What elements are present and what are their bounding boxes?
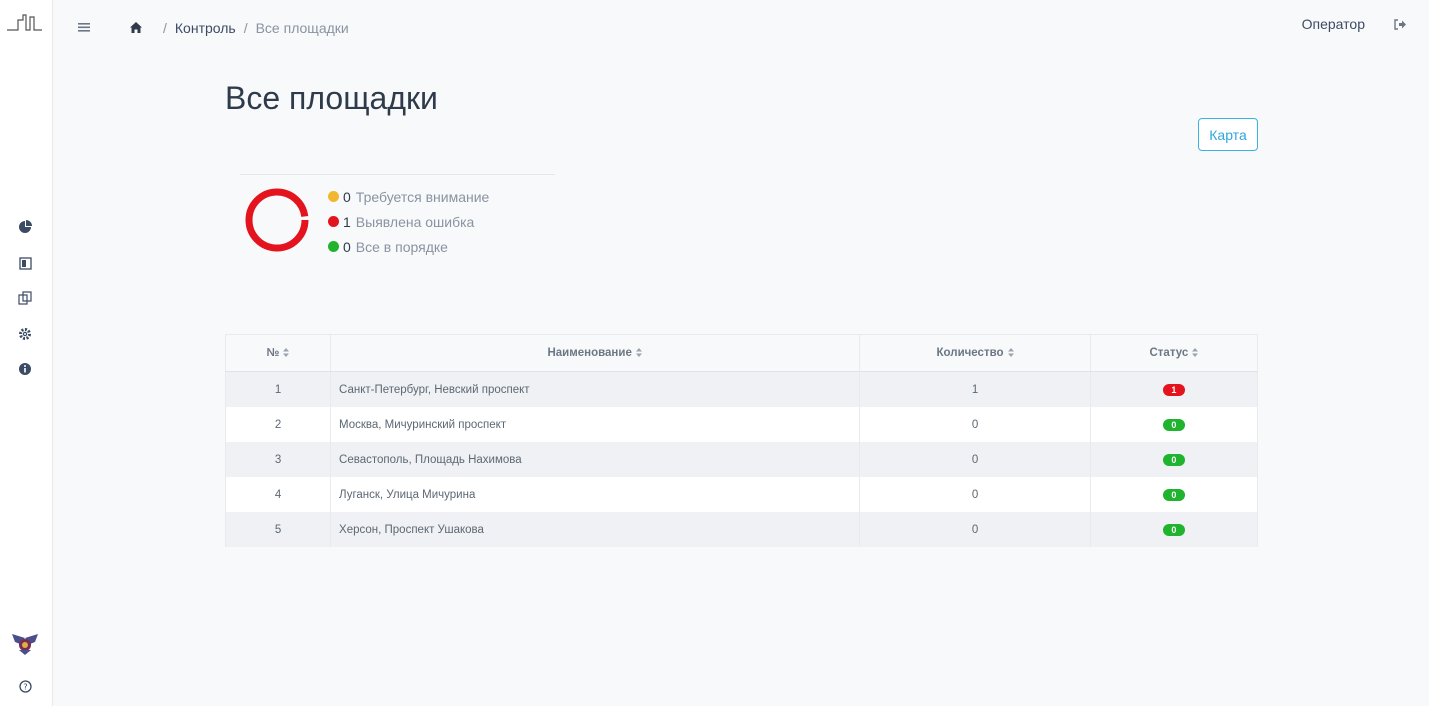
gear-icon[interactable] bbox=[16, 325, 34, 343]
cell-num: 4 bbox=[224, 477, 332, 512]
cell-name: Севастополь, Площадь Нахимова bbox=[330, 442, 861, 477]
status-badge: 0 bbox=[1162, 488, 1185, 501]
cell-qty: 0 bbox=[859, 442, 1091, 477]
legend-count: 0 bbox=[343, 238, 351, 255]
copy-icon[interactable] bbox=[16, 289, 34, 307]
column-header-qty[interactable]: Количество bbox=[859, 334, 1091, 372]
legend-label: Требуется внимание bbox=[355, 188, 490, 205]
breadcrumb: / Контроль / Все площадки bbox=[163, 20, 349, 36]
cell-status: 0 bbox=[1089, 442, 1259, 477]
cell-name: Херсон, Проспект Ушакова bbox=[330, 512, 861, 547]
legend-dot bbox=[328, 216, 339, 227]
sort-icon[interactable] bbox=[1007, 348, 1014, 358]
summary-divider bbox=[240, 174, 555, 175]
breadcrumb-current: Все площадки bbox=[255, 20, 349, 36]
status-donut-chart bbox=[245, 188, 309, 252]
status-badge: 0 bbox=[1162, 453, 1185, 466]
sort-icon[interactable] bbox=[1192, 348, 1199, 358]
status-legend: 0 Требуется внимание 1 Выявлена ошибка 0… bbox=[328, 184, 489, 259]
cell-qty: 0 bbox=[859, 512, 1091, 547]
legend-dot bbox=[328, 191, 339, 202]
breadcrumb-separator: / bbox=[243, 20, 248, 36]
info-icon[interactable] bbox=[16, 360, 34, 378]
logout-icon[interactable] bbox=[1393, 18, 1407, 31]
column-header-label: № bbox=[266, 347, 280, 359]
cell-qty: 0 bbox=[859, 407, 1091, 442]
column-header-status[interactable]: Статус bbox=[1089, 334, 1259, 372]
status-badge: 0 bbox=[1162, 523, 1185, 536]
column-header-label: Количество bbox=[936, 347, 1004, 359]
sort-icon[interactable] bbox=[635, 348, 642, 358]
breadcrumb-control-link[interactable]: Контроль bbox=[175, 20, 236, 36]
cell-qty: 0 bbox=[859, 477, 1091, 512]
table-header-row: № Наименование Количество Статус bbox=[224, 334, 1259, 372]
legend-item-error: 1 Выявлена ошибка bbox=[328, 209, 489, 234]
column-header-name[interactable]: Наименование bbox=[330, 334, 861, 372]
sort-icon[interactable] bbox=[283, 348, 290, 358]
sites-table: № Наименование Количество Статус 1 Санкт… bbox=[224, 334, 1259, 547]
dashboard-icon[interactable] bbox=[16, 254, 34, 272]
cell-num: 5 bbox=[224, 512, 332, 547]
cell-status: 1 bbox=[1089, 371, 1259, 407]
emblem-icon bbox=[9, 632, 41, 656]
cell-name: Санкт-Петербург, Невский проспект bbox=[330, 371, 861, 407]
legend-count: 0 bbox=[343, 188, 351, 205]
column-header-label: Наименование bbox=[547, 347, 632, 359]
status-badge: 1 bbox=[1162, 383, 1185, 396]
cell-num: 3 bbox=[224, 442, 332, 477]
map-button[interactable]: Карта bbox=[1198, 118, 1258, 151]
cell-status: 0 bbox=[1089, 407, 1259, 442]
cell-status: 0 bbox=[1089, 512, 1259, 547]
table-row[interactable]: 2 Москва, Мичуринский проспект 0 0 bbox=[224, 407, 1259, 442]
help-icon[interactable]: ? bbox=[16, 677, 34, 695]
column-header-label: Статус bbox=[1149, 347, 1189, 359]
table-row[interactable]: 4 Луганск, Улица Мичурина 0 0 bbox=[224, 477, 1259, 512]
cell-qty: 1 bbox=[859, 371, 1091, 407]
legend-label: Выявлена ошибка bbox=[355, 213, 475, 230]
cell-num: 1 bbox=[224, 371, 332, 407]
legend-count: 1 bbox=[343, 213, 351, 230]
breadcrumb-separator: / bbox=[163, 20, 167, 36]
cell-num: 2 bbox=[224, 407, 332, 442]
table-row[interactable]: 5 Херсон, Проспект Ушакова 0 0 bbox=[224, 512, 1259, 547]
legend-dot bbox=[328, 241, 339, 252]
legend-label: Все в порядке bbox=[355, 238, 448, 255]
logo-icon[interactable] bbox=[6, 12, 44, 34]
page-title: Все площадки bbox=[225, 80, 438, 116]
home-icon[interactable] bbox=[129, 21, 143, 34]
top-header: / Контроль / Все площадки Оператор bbox=[53, 0, 1429, 56]
cell-name: Луганск, Улица Мичурина bbox=[330, 477, 861, 512]
user-name[interactable]: Оператор bbox=[1302, 16, 1365, 32]
status-badge: 0 bbox=[1162, 418, 1185, 431]
menu-icon[interactable] bbox=[77, 20, 91, 34]
sidebar: ? bbox=[0, 0, 53, 706]
cell-name: Москва, Мичуринский проспект bbox=[330, 407, 861, 442]
cell-status: 0 bbox=[1089, 477, 1259, 512]
svg-text:?: ? bbox=[23, 682, 27, 691]
table-row[interactable]: 1 Санкт-Петербург, Невский проспект 1 1 bbox=[224, 371, 1259, 407]
table-row[interactable]: 3 Севастополь, Площадь Нахимова 0 0 bbox=[224, 442, 1259, 477]
legend-item-attention: 0 Требуется внимание bbox=[328, 184, 489, 209]
pie-chart-icon[interactable] bbox=[16, 218, 34, 236]
legend-item-ok: 0 Все в порядке bbox=[328, 234, 489, 259]
column-header-num[interactable]: № bbox=[224, 334, 332, 372]
